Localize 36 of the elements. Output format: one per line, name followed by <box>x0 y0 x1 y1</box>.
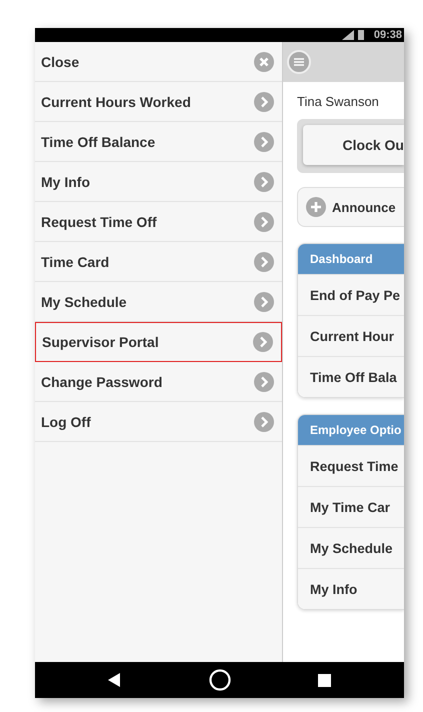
menu-item[interactable]: Request Time Off <box>35 202 282 242</box>
panel-header: Dashboard <box>298 244 404 274</box>
menu-item[interactable]: Time Off Balance <box>35 122 282 162</box>
chevron-icon <box>254 412 274 432</box>
back-icon[interactable] <box>108 673 122 687</box>
chevron-icon <box>254 372 274 392</box>
user-name: Tina Swanson <box>297 94 380 109</box>
chevron-icon <box>254 292 274 312</box>
menu-item[interactable]: My Info <box>35 162 282 202</box>
menu-item[interactable]: My Schedule <box>35 282 282 322</box>
chevron-icon <box>254 132 274 152</box>
menu-item[interactable]: Change Password <box>35 362 282 402</box>
panel-item[interactable]: My Schedule <box>298 527 404 568</box>
recents-icon[interactable] <box>318 674 331 686</box>
clock-out-button[interactable]: Clock Ou <box>303 125 404 165</box>
panel-item[interactable]: Time Off Bala <box>298 356 404 397</box>
home-icon[interactable] <box>208 669 231 691</box>
menu-item[interactable]: Time Card <box>35 242 282 282</box>
panel-item[interactable]: My Info <box>298 568 404 609</box>
panel-item[interactable]: Request Time <box>298 445 404 486</box>
chevron-icon <box>253 332 273 352</box>
chevron-icon <box>254 172 274 192</box>
menu-item[interactable]: Supervisor Portal <box>35 322 282 362</box>
panel-item[interactable]: End of Pay Pe <box>298 274 404 315</box>
panel-item[interactable]: My Time Car <box>298 486 404 527</box>
status-time: 09:38 <box>374 29 402 41</box>
menu-item[interactable]: Close <box>35 42 282 82</box>
announcements-button[interactable]: Announce <box>297 187 404 227</box>
plus-icon <box>306 197 326 217</box>
menu-item[interactable]: Current Hours Worked <box>35 82 282 122</box>
chevron-icon <box>254 252 274 272</box>
chevron-icon <box>254 92 274 112</box>
menu-item[interactable]: Log Off <box>35 402 282 442</box>
panel-item[interactable]: Current Hour <box>298 315 404 356</box>
chevron-icon <box>254 212 274 232</box>
panel-header: Employee Optio <box>298 415 404 445</box>
